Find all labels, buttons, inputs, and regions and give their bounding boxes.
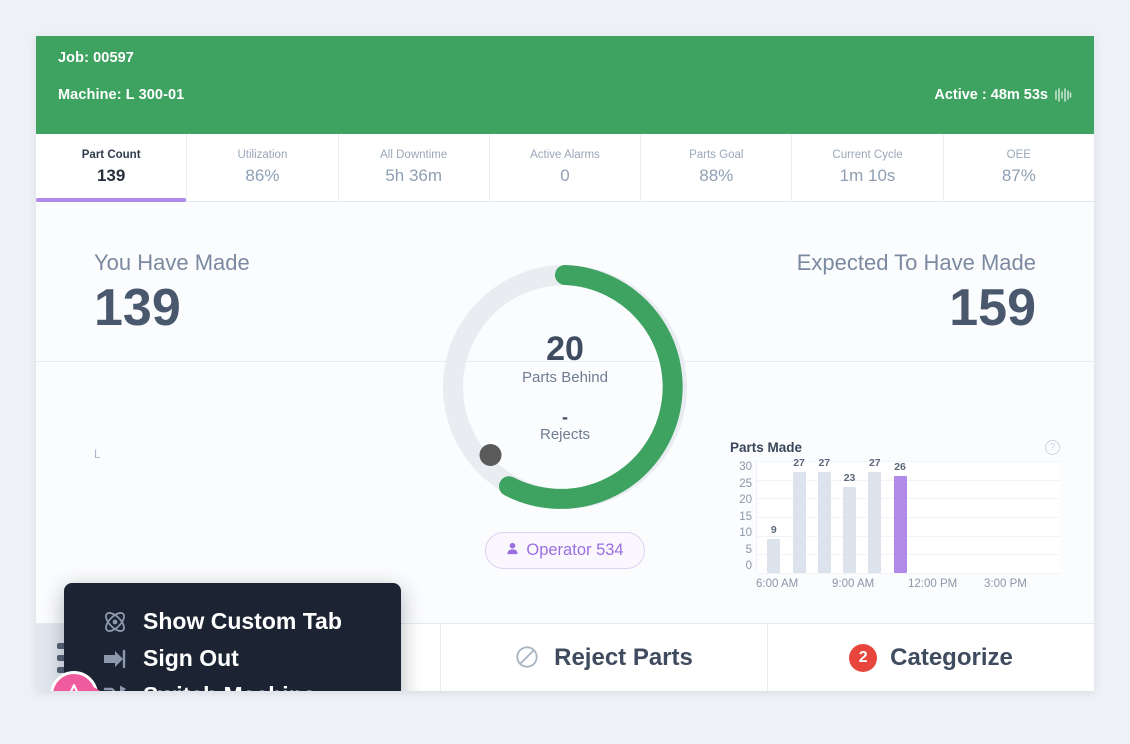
active-status: Active : 48m 53s [934,87,1072,103]
stat-value: 0 [560,166,569,186]
menu-item-label: Switch Machine [143,682,316,691]
donut-center-content: 20 Parts Behind - Rejects [430,252,700,522]
menu-item-label: Show Custom Tab [143,608,342,635]
x-tick: 6:00 AM [756,578,832,590]
machine-dashboard-screen: Job: 00597 Machine: L 300-01 Active : 48… [36,36,1094,691]
stats-tab-bar: Part Count 139 Utilization 86% All Downt… [36,134,1094,202]
stat-value: 1m 10s [840,166,896,186]
job-id-label: Job: 00597 [58,50,1072,66]
stat-label: Active Alarms [530,149,600,161]
x-tick: 12:00 PM [908,578,984,590]
stat-label: Current Cycle [832,149,902,161]
menu-item-show-custom-tab[interactable]: Show Custom Tab [64,603,401,640]
y-tick: 30 [739,461,752,473]
operator-label: Operator 534 [526,541,623,560]
parts-behind-gauge: 20 Parts Behind - Rejects Operator 534 [430,252,700,569]
expected-made-label: Expected To Have Made [797,250,1036,276]
sign-out-icon [102,646,128,672]
bar-value-label: 23 [844,472,856,484]
parts-made-plot-area: 92727232726 [756,461,1060,573]
parts-behind-label: Parts Behind [522,369,608,386]
chart-bar: 27 [868,472,881,573]
machine-name-label: Machine: L 300-01 [58,87,184,103]
bar-value-label: 27 [818,457,830,469]
y-tick: 20 [739,494,752,506]
stat-label: Part Count [82,149,141,161]
y-tick: 15 [739,511,752,523]
menu-item-label: Sign Out [143,645,239,672]
reject-parts-label: Reject Parts [554,644,693,672]
donut-chart: 20 Parts Behind - Rejects [430,252,700,522]
expected-made-block: Expected To Have Made 159 [797,250,1036,361]
person-icon [506,541,519,560]
x-tick: 3:00 PM [984,578,1060,590]
stat-value: 86% [245,166,279,186]
operator-button[interactable]: Operator 534 [485,532,644,569]
stat-tab-all-downtime[interactable]: All Downtime 5h 36m [339,134,490,201]
stat-tab-part-count[interactable]: Part Count 139 [36,134,187,201]
categorize-button[interactable]: 2 Categorize [768,624,1094,691]
chart-bar: 23 [843,487,856,573]
parts-made-x-axis: 6:00 AM 9:00 AM 12:00 PM 3:00 PM [756,573,1060,590]
stat-label: All Downtime [380,149,447,161]
you-have-made-value: 139 [94,282,250,334]
cursor-pointer-tip [92,686,108,691]
categorize-label: Categorize [890,644,1013,672]
chart-bar: 26 [894,476,907,573]
menu-item-sign-out[interactable]: Sign Out [64,640,401,677]
dashboard-body: You Have Made 139 Expected To Have Made … [36,202,1094,691]
job-header: Job: 00597 Machine: L 300-01 Active : 48… [36,36,1094,134]
reject-parts-button[interactable]: Reject Parts [441,624,768,691]
bar-value-label: 26 [894,461,906,473]
ban-icon [515,645,541,671]
stat-value: 88% [699,166,733,186]
parts-behind-value: 20 [546,331,584,368]
chart-bar: 27 [793,472,806,573]
bar-value-label: 27 [793,457,805,469]
x-tick: 9:00 AM [832,578,908,590]
status-badge: 2 [849,644,877,672]
parts-made-y-axis: 30 25 20 15 10 5 0 [730,461,756,573]
cursor-annotation [50,671,98,691]
stat-tab-current-cycle[interactable]: Current Cycle 1m 10s [792,134,943,201]
bar-value-label: 27 [869,457,881,469]
parts-made-chart: Parts Made ? 30 25 20 15 10 5 0 92727232… [730,440,1060,605]
y-tick: 25 [739,478,752,490]
stat-value: 87% [1002,166,1036,186]
stat-tab-parts-goal[interactable]: Parts Goal 88% [641,134,792,201]
parts-made-bars: 92727232726 [757,461,1060,573]
y-tick: 0 [746,560,752,572]
stat-value: 5h 36m [385,166,442,186]
bar-value-label: 9 [771,524,777,536]
help-circle-icon[interactable]: ? [1045,440,1060,455]
stat-label: OEE [1007,149,1031,161]
rejects-label: Rejects [540,426,590,443]
atom-icon [102,609,128,635]
context-menu: Show Custom Tab Sign Out [64,583,401,691]
stat-label: Utilization [237,149,287,161]
stat-tab-oee[interactable]: OEE 87% [944,134,1094,201]
cycle-time-chart: L 30s 60s 90s 120s 150s [94,447,424,597]
cycle-time-chart-label: L [94,447,424,461]
active-status-label: Active : 48m 53s [934,87,1048,103]
you-have-made-block: You Have Made 139 [94,250,250,361]
y-tick: 5 [746,544,752,556]
stat-value: 139 [97,166,125,186]
stat-tab-utilization[interactable]: Utilization 86% [187,134,338,201]
you-have-made-label: You Have Made [94,250,250,276]
chart-bar: 9 [767,539,780,573]
expected-made-value: 159 [797,282,1036,334]
stat-label: Parts Goal [689,149,743,161]
waveform-icon [1054,88,1072,102]
menu-item-switch-machine[interactable]: Switch Machine [64,677,401,691]
stat-tab-active-alarms[interactable]: Active Alarms 0 [490,134,641,201]
chart-bar: 27 [818,472,831,573]
parts-made-title: Parts Made [730,440,802,455]
y-tick: 10 [739,527,752,539]
rejects-value: - [562,408,568,426]
star-icon [50,671,98,691]
